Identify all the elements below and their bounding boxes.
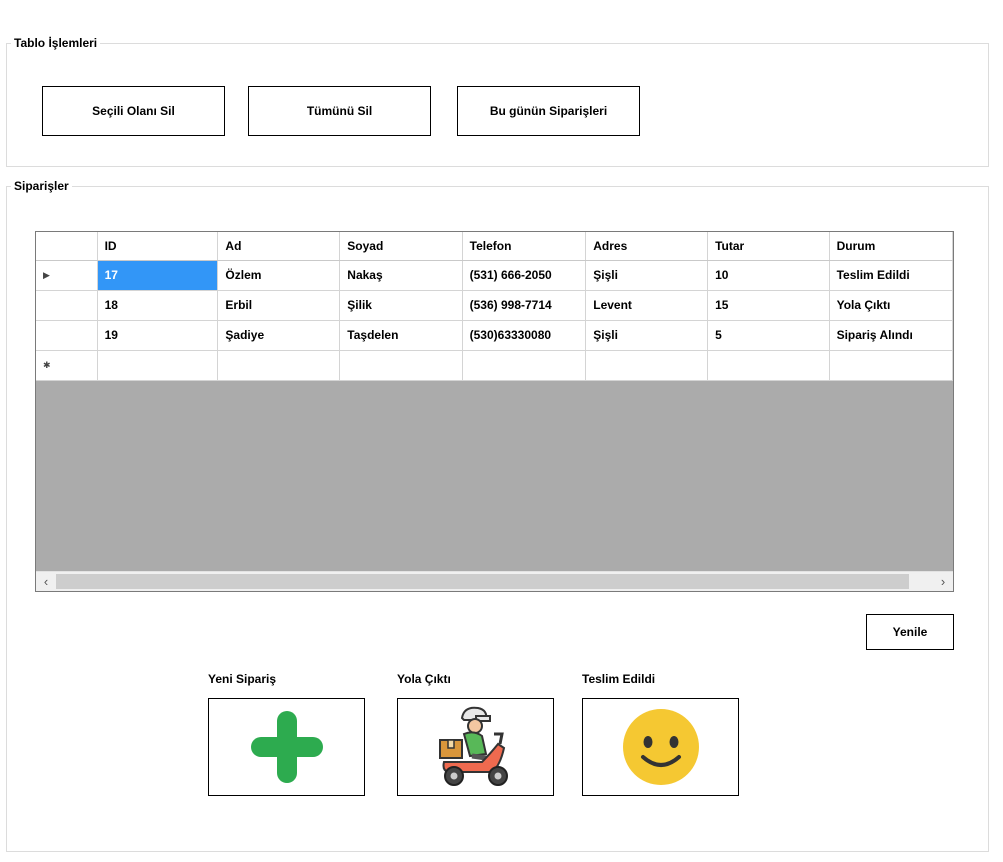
cell-id[interactable]: 17 bbox=[97, 260, 219, 291]
cell-id[interactable]: 19 bbox=[97, 320, 219, 351]
new-order-button[interactable] bbox=[208, 698, 365, 796]
column-header-tutar[interactable]: Tutar bbox=[707, 232, 830, 261]
cell-durum[interactable]: Teslim Edildi bbox=[829, 260, 953, 291]
delivery-scooter-icon bbox=[438, 706, 508, 786]
smiley-face-icon bbox=[622, 709, 699, 785]
cell-telefon[interactable]: (531) 666-2050 bbox=[462, 260, 587, 291]
cell-soyad[interactable]: Şilik bbox=[339, 290, 463, 321]
todays-orders-button[interactable]: Bu günün Siparişleri bbox=[457, 86, 640, 136]
cell-tutar[interactable]: 10 bbox=[707, 260, 830, 291]
cell-adres[interactable]: Levent bbox=[585, 290, 709, 321]
grid-header-row: ID Ad Soyad Telefon Adres Tutar Durum bbox=[36, 232, 953, 261]
cell-ad[interactable]: Erbil bbox=[217, 290, 341, 321]
cell-durum[interactable]: Sipariş Alındı bbox=[829, 320, 953, 351]
cell-adres[interactable]: Şişli bbox=[585, 320, 709, 351]
delivered-label: Teslim Edildi bbox=[582, 672, 656, 686]
cell-soyad[interactable]: Nakaş bbox=[339, 260, 463, 291]
new-cell[interactable] bbox=[462, 350, 587, 381]
new-row[interactable]: ✱ bbox=[36, 350, 953, 381]
cell-durum[interactable]: Yola Çıktı bbox=[829, 290, 953, 321]
table-row[interactable]: ▶ 17 Özlem Nakaş (531) 666-2050 Şişli 10… bbox=[36, 260, 953, 291]
scrollbar-thumb[interactable] bbox=[56, 574, 909, 589]
cell-soyad[interactable]: Taşdelen bbox=[339, 320, 463, 351]
column-header-soyad[interactable]: Soyad bbox=[339, 232, 463, 261]
on-road-label: Yola Çıktı bbox=[397, 672, 451, 686]
new-order-label: Yeni Sipariş bbox=[208, 672, 277, 686]
column-header-durum[interactable]: Durum bbox=[829, 232, 953, 261]
orders-grid[interactable]: ID Ad Soyad Telefon Adres Tutar Durum ▶ … bbox=[35, 231, 954, 592]
column-header-ad[interactable]: Ad bbox=[217, 232, 341, 261]
cell-ad[interactable]: Şadiye bbox=[217, 320, 341, 351]
new-cell[interactable] bbox=[829, 350, 953, 381]
plus-icon bbox=[250, 711, 323, 783]
on-road-button[interactable] bbox=[397, 698, 554, 796]
row-header[interactable] bbox=[36, 320, 98, 351]
new-cell[interactable] bbox=[217, 350, 341, 381]
new-cell[interactable] bbox=[707, 350, 830, 381]
table-row[interactable]: 18 Erbil Şilik (536) 998-7714 Levent 15 … bbox=[36, 290, 953, 321]
delivered-button[interactable] bbox=[582, 698, 739, 796]
cell-tutar[interactable]: 5 bbox=[707, 320, 830, 351]
new-cell[interactable] bbox=[339, 350, 463, 381]
new-cell[interactable] bbox=[585, 350, 709, 381]
new-row-asterisk-icon: ✱ bbox=[36, 350, 98, 381]
column-header-id[interactable]: ID bbox=[97, 232, 219, 261]
delete-all-button[interactable]: Tümünü Sil bbox=[248, 86, 431, 136]
cell-telefon[interactable]: (536) 998-7714 bbox=[462, 290, 587, 321]
new-cell[interactable] bbox=[97, 350, 219, 381]
scroll-right-icon[interactable]: › bbox=[933, 572, 953, 591]
current-row-indicator-icon: ▶ bbox=[36, 260, 98, 291]
table-operations-title: Tablo İşlemleri bbox=[11, 35, 101, 51]
cell-telefon[interactable]: (530)63330080 bbox=[462, 320, 587, 351]
cell-tutar[interactable]: 15 bbox=[707, 290, 830, 321]
cell-ad[interactable]: Özlem bbox=[217, 260, 341, 291]
horizontal-scrollbar[interactable]: ‹ › bbox=[36, 571, 953, 591]
row-header[interactable] bbox=[36, 290, 98, 321]
cell-adres[interactable]: Şişli bbox=[585, 260, 709, 291]
cell-id[interactable]: 18 bbox=[97, 290, 219, 321]
column-header-telefon[interactable]: Telefon bbox=[462, 232, 587, 261]
column-header-adres[interactable]: Adres bbox=[585, 232, 709, 261]
table-row[interactable]: 19 Şadiye Taşdelen (530)63330080 Şişli 5… bbox=[36, 320, 953, 351]
orders-title: Siparişler bbox=[11, 178, 72, 194]
delete-selected-button[interactable]: Seçili Olanı Sil bbox=[42, 86, 225, 136]
refresh-button[interactable]: Yenile bbox=[866, 614, 954, 650]
scroll-left-icon[interactable]: ‹ bbox=[36, 572, 56, 591]
row-header-corner bbox=[36, 232, 98, 261]
